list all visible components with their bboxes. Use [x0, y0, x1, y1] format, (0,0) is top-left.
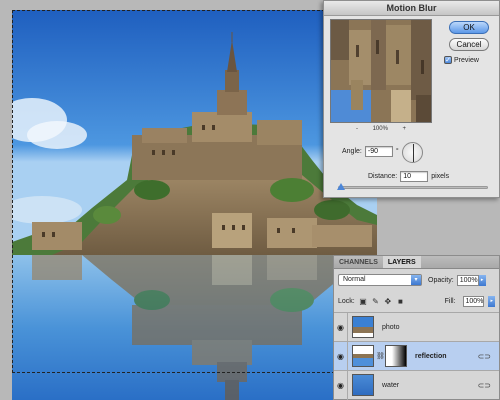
angle-input[interactable]: -90: [364, 146, 393, 157]
layer-water[interactable]: ◉ water ⊂⊃: [334, 370, 499, 400]
photoshop-workspace: Motion Blur - 100% + OK Cancel ✓ Preview…: [0, 0, 500, 400]
layer-thumbnail: [352, 374, 374, 396]
chain-link-icon[interactable]: ⛓: [376, 352, 385, 360]
preview-label: Preview: [454, 56, 479, 64]
angle-dial[interactable]: [402, 142, 423, 163]
layer-name: photo: [382, 323, 400, 331]
distance-slider[interactable]: [338, 186, 488, 189]
angle-label: Angle:: [342, 148, 362, 155]
layer-mask-thumbnail[interactable]: [385, 345, 407, 367]
distance-unit: pixels: [431, 173, 450, 180]
dialog-title: Motion Blur: [324, 1, 499, 16]
lock-row: Lock: ▣ ✎ ✥ ■ Fill: 100% ▸: [338, 294, 495, 308]
blend-row: Normal ▾ Opacity: 100% ▸: [338, 273, 495, 287]
zoom-in-button[interactable]: +: [402, 126, 406, 132]
blend-mode-select[interactable]: Normal ▾: [338, 274, 422, 286]
cancel-button[interactable]: Cancel: [449, 38, 489, 51]
eye-icon[interactable]: ◉: [334, 341, 348, 371]
distance-slider-knob[interactable]: [337, 183, 345, 190]
filter-preview[interactable]: [330, 19, 432, 123]
move-icon[interactable]: ✥: [384, 297, 392, 306]
distance-input[interactable]: 10: [400, 171, 429, 182]
lock-label: Lock:: [338, 297, 355, 305]
selection-marquee-left: [12, 10, 13, 373]
layer-thumbnail: [352, 316, 374, 338]
opacity-input[interactable]: 100%: [456, 274, 479, 286]
layers-panel: CHANNELS LAYERS Normal ▾ Opacity: 100% ▸…: [333, 255, 500, 400]
fill-input[interactable]: 100%: [462, 295, 485, 307]
preview-checkbox[interactable]: ✓ Preview: [444, 56, 479, 64]
tab-channels[interactable]: CHANNELS: [334, 256, 383, 268]
layer-name: reflection: [415, 352, 447, 360]
fill-label: Fill:: [444, 297, 456, 305]
layer-list: ◉ photo ◉ ⛓ reflection ⊂⊃ ◉ water ⊂⊃: [334, 312, 499, 400]
opacity-arrow-icon[interactable]: ▸: [478, 274, 486, 286]
checkmark-icon: ✓: [444, 56, 452, 64]
chevron-down-icon: ▾: [411, 275, 421, 285]
lock-icon[interactable]: ■: [396, 297, 404, 306]
layer-reflection[interactable]: ◉ ⛓ reflection ⊂⊃: [334, 341, 499, 371]
motion-blur-dialog: Motion Blur - 100% + OK Cancel ✓ Preview…: [323, 0, 500, 198]
zoom-out-button[interactable]: -: [356, 126, 358, 132]
selection-marquee-top: [12, 10, 375, 11]
layer-link-icon: ⊂⊃: [477, 380, 491, 390]
lock-transparency-icon[interactable]: ▣: [359, 297, 367, 306]
distance-label: Distance:: [368, 173, 398, 180]
zoom-level: 100%: [372, 126, 388, 132]
layer-photo[interactable]: ◉ photo: [334, 312, 499, 342]
preview-zoom-controls: - 100% +: [330, 126, 432, 132]
tab-layers[interactable]: LAYERS: [382, 256, 421, 268]
angle-row: Angle: -90 °: [342, 146, 399, 157]
selection-marquee-bottom: [12, 372, 375, 373]
panel-tabs: CHANNELS LAYERS: [334, 256, 499, 269]
ok-button[interactable]: OK: [449, 21, 489, 34]
layer-name: water: [382, 381, 400, 389]
preview-image: [331, 20, 431, 122]
distance-row: Distance: 10 pixels: [368, 171, 449, 182]
eye-icon[interactable]: ◉: [334, 370, 348, 400]
brush-icon[interactable]: ✎: [371, 297, 379, 306]
degree-symbol: °: [395, 148, 399, 155]
eye-icon[interactable]: ◉: [334, 312, 348, 342]
layer-link-icon: ⊂⊃: [477, 351, 491, 361]
fill-arrow-icon[interactable]: ▸: [488, 295, 495, 307]
blend-mode-value: Normal: [343, 276, 366, 283]
opacity-label: Opacity:: [428, 276, 454, 284]
layer-thumbnail: [352, 345, 374, 367]
